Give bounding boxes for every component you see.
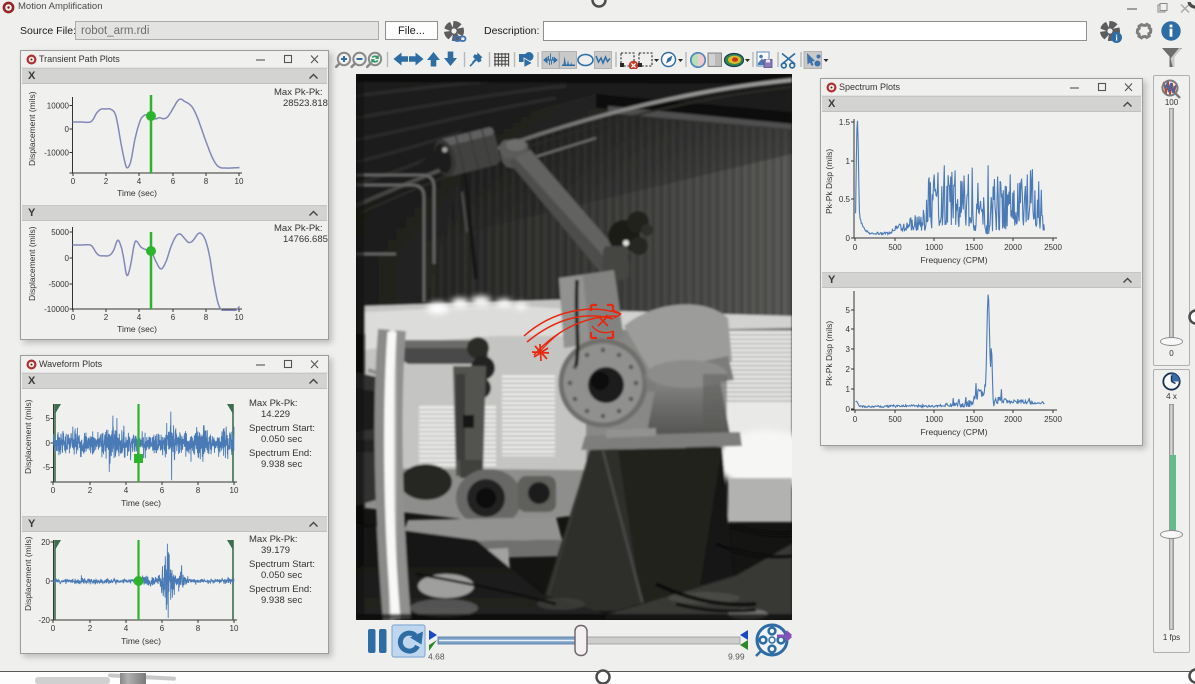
svg-text:Pk-Pk Disp (mils): Pk-Pk Disp (mils) [824, 321, 834, 386]
svg-text:Spectrum Start:: Spectrum Start: [249, 423, 315, 434]
svg-text:Time (sec): Time (sec) [117, 188, 157, 198]
svg-text:20: 20 [41, 538, 50, 547]
svg-text:6: 6 [171, 177, 176, 186]
svg-text:Max Pk-Pk:: Max Pk-Pk: [249, 534, 298, 545]
svg-text:1000: 1000 [925, 415, 943, 424]
svg-text:2000: 2000 [1004, 243, 1022, 252]
svg-text:10000: 10000 [47, 102, 70, 111]
svg-text:0.5: 0.5 [839, 195, 851, 204]
svg-text:4: 4 [124, 624, 129, 633]
svg-text:Max Pk-Pk:: Max Pk-Pk: [274, 87, 323, 98]
svg-text:Displacement (mils): Displacement (mils) [23, 399, 33, 474]
svg-text:-5: -5 [43, 463, 51, 472]
svg-text:2: 2 [88, 624, 93, 633]
svg-text:Displacement (mils): Displacement (mils) [23, 536, 33, 611]
svg-text:10: 10 [235, 313, 244, 322]
svg-text:28523.818: 28523.818 [283, 98, 328, 109]
svg-text:5000: 5000 [51, 228, 69, 237]
svg-text:Spectrum End:: Spectrum End: [249, 584, 312, 595]
svg-text:4.68: 4.68 [428, 652, 445, 662]
svg-text:8: 8 [204, 177, 209, 186]
svg-text:-20: -20 [38, 616, 50, 625]
svg-text:0: 0 [853, 415, 858, 424]
svg-text:14766.685: 14766.685 [283, 234, 328, 245]
svg-text:10: 10 [230, 624, 239, 633]
svg-text:10: 10 [230, 486, 239, 495]
svg-text:Pk-Pk Disp (mils): Pk-Pk Disp (mils) [824, 149, 834, 214]
svg-text:Max Pk-Pk:: Max Pk-Pk: [249, 398, 298, 409]
svg-text:5: 5 [846, 306, 851, 315]
svg-text:0: 0 [46, 577, 51, 586]
svg-text:4: 4 [137, 313, 142, 322]
svg-text:3: 3 [846, 345, 851, 354]
svg-text:Spectrum End:: Spectrum End: [249, 448, 312, 459]
svg-text:1500: 1500 [965, 243, 983, 252]
svg-text:1: 1 [846, 157, 851, 166]
svg-text:8: 8 [196, 486, 201, 495]
svg-text:500: 500 [888, 415, 902, 424]
svg-text:0: 0 [853, 243, 858, 252]
svg-text:Time (sec): Time (sec) [121, 498, 161, 508]
svg-text:Displacement (mils): Displacement (mils) [27, 91, 37, 166]
svg-text:0.050 sec: 0.050 sec [261, 434, 302, 445]
svg-text:Frequency (CPM): Frequency (CPM) [920, 255, 987, 265]
svg-text:Time (sec): Time (sec) [117, 324, 157, 334]
svg-text:0: 0 [71, 313, 76, 322]
svg-text:2000: 2000 [1004, 415, 1022, 424]
svg-text:1000: 1000 [925, 243, 943, 252]
svg-text:0: 0 [65, 125, 70, 134]
svg-text:0: 0 [71, 177, 76, 186]
svg-text:2500: 2500 [1044, 415, 1062, 424]
svg-text:0: 0 [51, 624, 56, 633]
svg-text:0.050 sec: 0.050 sec [261, 570, 302, 581]
svg-text:0: 0 [46, 439, 51, 448]
svg-text:0: 0 [65, 254, 70, 263]
svg-text:Max Pk-Pk:: Max Pk-Pk: [274, 223, 323, 234]
svg-text:1: 1 [846, 385, 851, 394]
svg-text:2: 2 [846, 365, 851, 374]
svg-text:Spectrum Start:: Spectrum Start: [249, 559, 315, 570]
svg-text:14.229: 14.229 [261, 409, 290, 420]
svg-text:9.938 sec: 9.938 sec [261, 595, 302, 606]
svg-text:8: 8 [196, 624, 201, 633]
svg-text:2: 2 [104, 313, 109, 322]
svg-text:4: 4 [846, 325, 851, 334]
svg-text:Frequency (CPM): Frequency (CPM) [920, 427, 987, 437]
svg-text:0: 0 [846, 234, 851, 243]
svg-text:6: 6 [171, 313, 176, 322]
svg-text:-10000: -10000 [44, 305, 69, 314]
svg-text:9.99: 9.99 [728, 652, 745, 662]
svg-text:6: 6 [160, 624, 165, 633]
svg-text:9.938 sec: 9.938 sec [261, 459, 302, 470]
svg-text:10: 10 [235, 177, 244, 186]
svg-text:-10000: -10000 [44, 149, 69, 158]
svg-text:1.5: 1.5 [839, 118, 851, 127]
svg-text:0: 0 [846, 405, 851, 414]
svg-text:6: 6 [160, 486, 165, 495]
svg-text:2500: 2500 [1044, 243, 1062, 252]
svg-text:2: 2 [88, 486, 93, 495]
svg-text:0: 0 [51, 486, 56, 495]
svg-text:2: 2 [104, 177, 109, 186]
svg-text:4: 4 [137, 177, 142, 186]
svg-text:4: 4 [124, 486, 129, 495]
svg-text:8: 8 [204, 313, 209, 322]
svg-text:Time (sec): Time (sec) [121, 636, 161, 646]
svg-text:-5000: -5000 [49, 280, 70, 289]
svg-text:5: 5 [46, 414, 51, 423]
svg-text:500: 500 [888, 243, 902, 252]
svg-text:Displacement (mils): Displacement (mils) [27, 226, 37, 301]
svg-text:39.179: 39.179 [261, 545, 290, 556]
svg-text:1500: 1500 [965, 415, 983, 424]
